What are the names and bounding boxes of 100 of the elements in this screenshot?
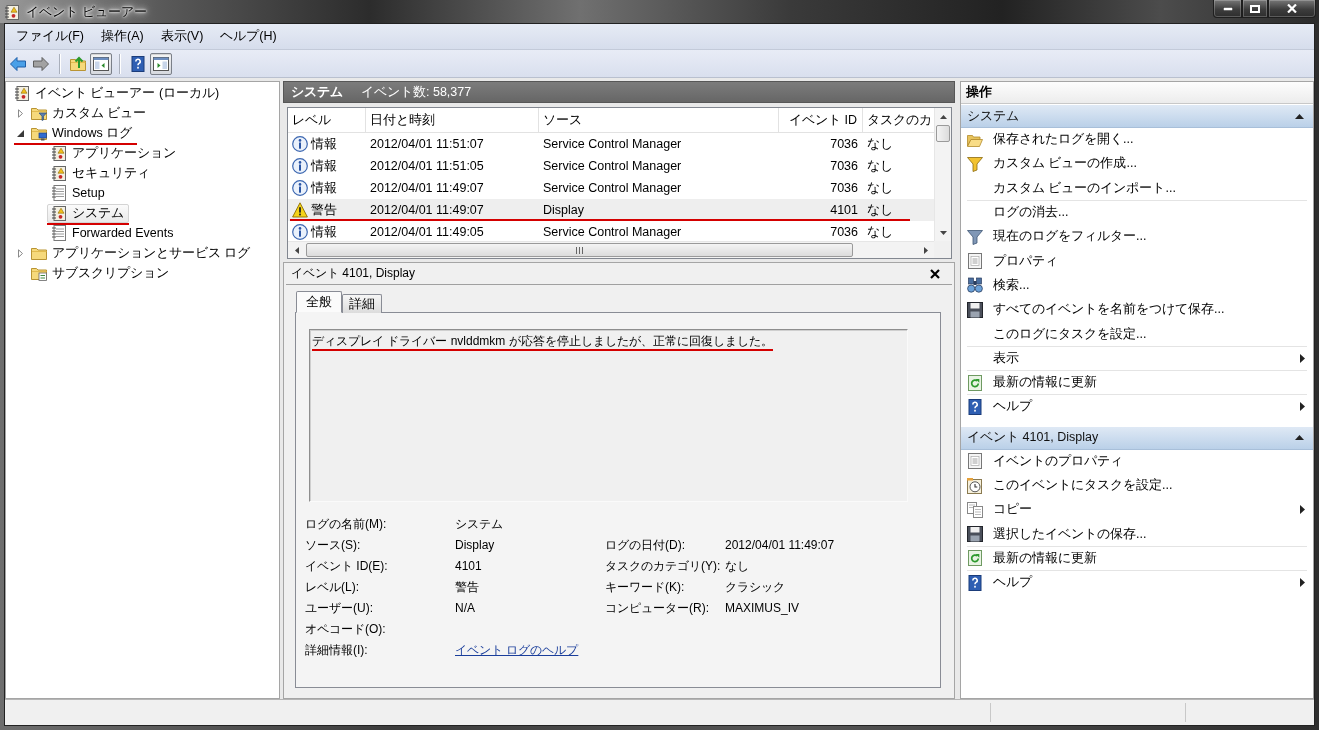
tree-item[interactable]: Windows ログ <box>27 123 138 143</box>
tree-item[interactable]: Forwarded Events <box>47 223 179 243</box>
task-category-text: なし <box>867 136 893 152</box>
action-item[interactable]: ヘルプ <box>967 571 1307 596</box>
action-item[interactable]: コピー <box>967 498 1307 523</box>
event-id-text: 7036 <box>830 180 858 196</box>
event-row[interactable]: 警告 2012/04/01 11:49:07 Display 4101 なし <box>288 199 934 221</box>
log-name: システム <box>291 84 343 100</box>
menu-item[interactable]: ファイル(F) <box>8 27 92 46</box>
toolbar-button[interactable] <box>150 52 172 75</box>
close-icon[interactable] <box>930 268 940 279</box>
action-item[interactable]: このログにタスクを設定... <box>967 322 1307 347</box>
field-value: Display <box>455 538 495 553</box>
menu-item[interactable]: 操作(A) <box>92 27 152 46</box>
log-page-icon <box>51 225 67 241</box>
panel-title: イベント 4101, Display <box>291 266 416 281</box>
tree-item[interactable]: イベント ビューアー (ローカル) <box>10 83 225 103</box>
log-page-icon <box>51 185 67 201</box>
action-item[interactable]: ヘルプ <box>967 395 1307 420</box>
action-item[interactable]: 最新の情報に更新 <box>967 370 1307 396</box>
menu-item[interactable]: ヘルプ(H) <box>212 27 285 46</box>
folder-monitor-icon <box>31 125 47 141</box>
action-item[interactable]: 検索... <box>967 273 1307 299</box>
info-icon <box>292 136 308 152</box>
level-text: 情報 <box>311 180 337 196</box>
minimize-button[interactable] <box>1213 0 1242 18</box>
action-item[interactable]: ログの消去... <box>967 200 1307 226</box>
scroll-up-arrow-icon[interactable] <box>939 114 947 119</box>
folder-page-icon <box>31 265 47 281</box>
message-box[interactable]: ディスプレイ ドライバー nvlddmkm が応答を停止しましたが、正常に回復しました。 <box>309 329 908 502</box>
tab[interactable]: 全般 <box>296 291 342 313</box>
scroll-thumb[interactable] <box>936 125 950 142</box>
copy-icon <box>967 501 983 518</box>
tree-item[interactable]: セキュリティ <box>47 163 155 183</box>
action-item[interactable]: 最新の情報に更新 <box>967 546 1307 572</box>
minimize-icon <box>1222 6 1233 11</box>
binoculars-icon <box>967 277 983 294</box>
action-item[interactable]: このイベントにタスクを設定... <box>967 473 1307 499</box>
action-item[interactable]: イベントのプロパティ <box>967 449 1307 474</box>
close-button[interactable] <box>1268 0 1316 18</box>
field-label: オペコード(O): <box>305 622 386 637</box>
date-time-text: 2012/04/01 11:51:07 <box>370 136 484 152</box>
tree-item[interactable]: システム <box>47 203 129 223</box>
info-icon <box>292 180 308 196</box>
action-item[interactable]: 保存されたログを開く... <box>967 128 1307 153</box>
toolbar-button[interactable] <box>90 52 112 75</box>
refresh-icon <box>967 374 983 391</box>
tree-item[interactable]: サブスクリプション <box>27 263 174 283</box>
field-label: 詳細情報(I): <box>305 643 368 658</box>
field-value: 4101 <box>455 559 482 574</box>
field-value: 警告 <box>455 580 479 595</box>
event-row[interactable]: 情報 2012/04/01 11:49:07 Service Control Manager 7036 なし <box>288 177 934 199</box>
document-icon <box>967 453 983 470</box>
action-item[interactable]: カスタム ビューの作成... <box>967 152 1307 177</box>
field-label: レベル(L): <box>305 580 359 595</box>
tree-item[interactable]: アプリケーションとサービス ログ <box>27 243 256 263</box>
log-book-icon <box>4 3 20 20</box>
field-value: 2012/04/01 11:49:07 <box>725 538 835 553</box>
field-value: システム <box>455 517 503 532</box>
scroll-left-arrow-icon[interactable] <box>294 246 299 254</box>
event-row[interactable]: 情報 2012/04/01 11:51:05 Service Control Manager 7036 なし <box>288 155 934 177</box>
action-item[interactable]: すべてのイベントを名前をつけて保存... <box>967 298 1307 323</box>
menu-item[interactable]: 表示(V) <box>152 27 212 46</box>
log-book-icon <box>51 165 67 181</box>
log-book-icon <box>14 85 30 101</box>
task-category-text: なし <box>867 158 893 174</box>
action-item[interactable]: 選択したイベントの保存... <box>967 522 1307 547</box>
tree-item[interactable]: カスタム ビュー <box>27 103 152 123</box>
tree-item[interactable]: Setup <box>47 183 110 203</box>
event-row[interactable]: 情報 2012/04/01 11:49:05 Service Control Manager 7036 なし <box>288 221 934 241</box>
forward-arrow-icon <box>33 55 49 72</box>
scroll-down-arrow-icon[interactable] <box>939 230 947 235</box>
back-arrow-icon <box>10 55 26 72</box>
event-id-text: 4101 <box>830 202 858 218</box>
section-header[interactable]: イベント 4101, Display <box>961 425 1313 450</box>
warning-icon <box>292 202 308 218</box>
pane-header: 操作 <box>961 82 1313 104</box>
maximize-button[interactable] <box>1242 0 1268 18</box>
date-time-text: 2012/04/01 11:49:07 <box>370 202 484 218</box>
funnel-icon <box>967 155 983 172</box>
action-item[interactable]: 表示 <box>967 346 1307 371</box>
field-label: ユーザー(U): <box>305 601 373 616</box>
tab[interactable]: 詳細 <box>342 294 382 313</box>
help-link[interactable]: イベント ログのヘルプ <box>455 643 579 658</box>
event-id-text: 7036 <box>830 224 858 240</box>
close-icon <box>1287 4 1297 13</box>
expander-icon[interactable] <box>17 129 24 137</box>
date-time-text: 2012/04/01 11:51:05 <box>370 158 484 174</box>
scroll-thumb[interactable] <box>306 243 853 257</box>
scroll-right-arrow-icon[interactable] <box>923 246 928 254</box>
tree-item[interactable]: アプリケーション <box>47 143 181 163</box>
action-item[interactable]: プロパティ <box>967 249 1307 274</box>
source-text: Display <box>543 202 584 218</box>
action-item[interactable]: カスタム ビューのインポート... <box>967 176 1307 201</box>
help-icon <box>967 574 983 591</box>
event-row[interactable]: 情報 2012/04/01 11:51:07 Service Control Manager 7036 なし <box>288 133 934 155</box>
folder-arrow-icon <box>70 55 86 72</box>
action-item[interactable]: 現在のログをフィルター... <box>967 225 1307 250</box>
maximize-icon <box>1250 4 1260 13</box>
section-header[interactable]: システム <box>961 104 1313 128</box>
